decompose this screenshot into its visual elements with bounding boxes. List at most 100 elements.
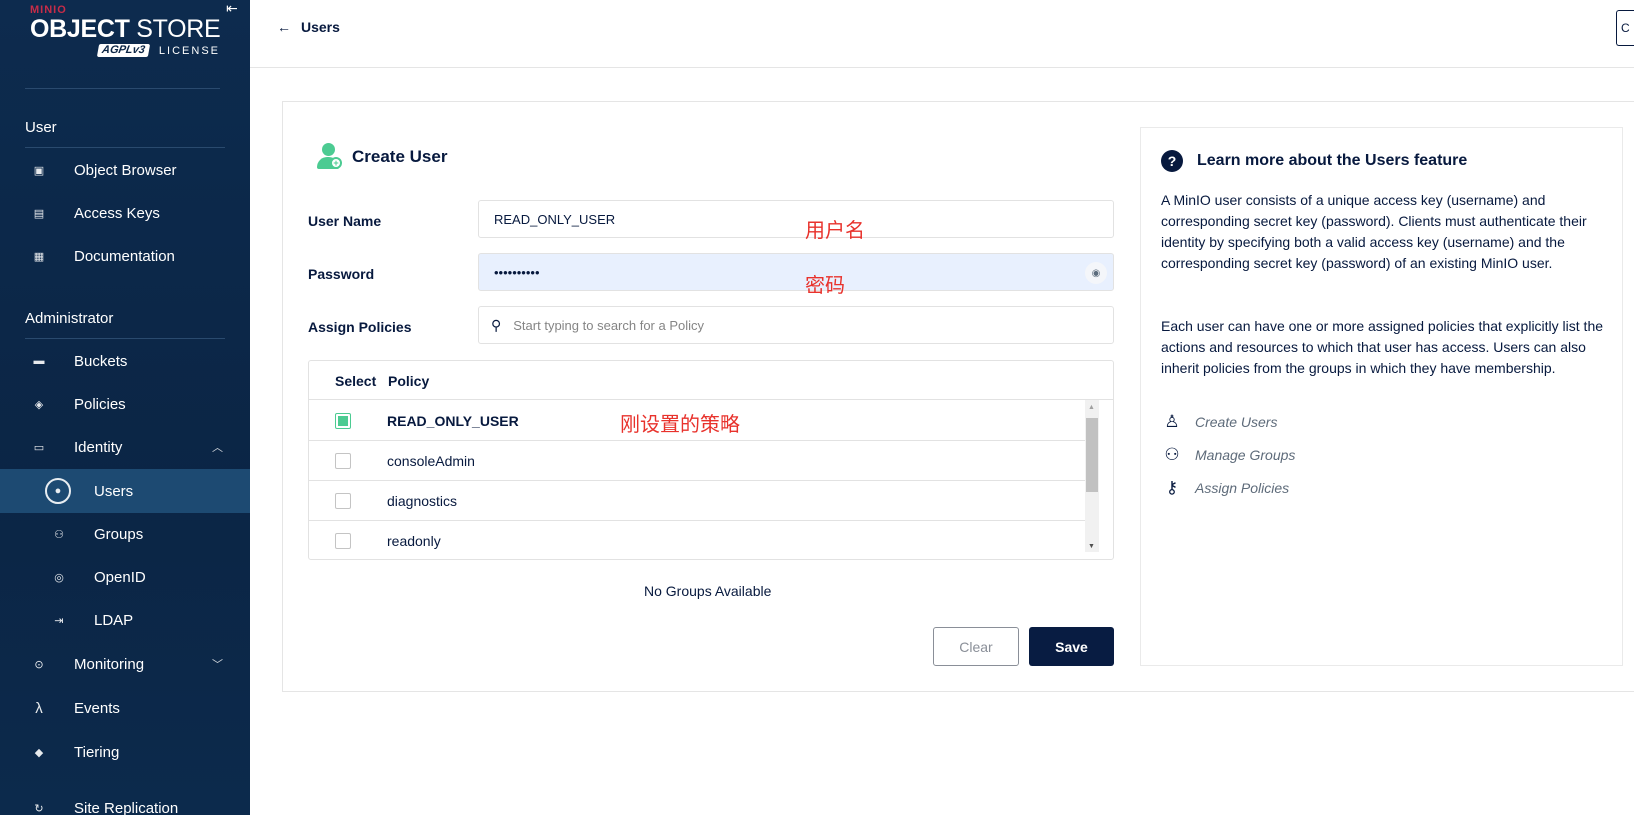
form-title: + Create User (316, 143, 447, 171)
group-icon: ⚇ (54, 528, 64, 541)
sidebar-item-policies[interactable]: ◈ Policies (0, 382, 250, 426)
help-paragraph-2: Each user can have one or more assigned … (1161, 318, 1604, 376)
clear-button[interactable]: Clear (933, 627, 1019, 666)
assign-policies-label: Assign Policies (308, 319, 412, 335)
policy-table: Select Policy READ_ONLY_USER consoleAdmi… (308, 360, 1114, 560)
help-link-label: Assign Policies (1195, 480, 1290, 496)
help-panel: ? Learn more about the Users feature A M… (1140, 127, 1623, 666)
sidebar-item-monitoring[interactable]: ⊙ Monitoring ﹀ (0, 642, 250, 686)
license-row: AGPLv3 LICENSE (30, 44, 220, 57)
sidebar-item-events[interactable]: λ Events (0, 686, 250, 730)
chevron-up-icon: ︿ (212, 442, 223, 454)
back-label: Users (301, 19, 340, 35)
bucket-icon: ▬ (33, 355, 45, 367)
docs-icon: ▦ (33, 250, 45, 263)
username-input[interactable]: READ_ONLY_USER (478, 200, 1114, 238)
policy-checkbox[interactable] (335, 533, 351, 549)
table-row[interactable]: diagnostics (309, 481, 1085, 521)
sidebar-item-site-replication[interactable]: ↻ Site Replication (0, 786, 250, 815)
sidebar-item-groups[interactable]: ⚇ Groups (0, 512, 250, 556)
layers-icon: ◆ (34, 746, 44, 759)
save-button[interactable]: Save (1029, 627, 1114, 666)
arrow-left-icon: ← (277, 19, 291, 35)
shield-icon: ◈ (34, 398, 44, 411)
sidebar-item-label: Users (94, 482, 134, 500)
sidebar-item-label: Groups (94, 525, 144, 543)
sidebar-item-label: Identity (74, 438, 123, 456)
policy-checkbox[interactable] (335, 452, 351, 469)
username-label: User Name (308, 213, 382, 229)
help-link-manage-groups[interactable]: ⚇ Manage Groups (1161, 445, 1295, 465)
help-title: ? Learn more about the Users feature (1161, 150, 1467, 172)
sidebar-item-label: OpenID (94, 568, 146, 586)
openid-icon: ◎ (54, 571, 64, 584)
license-label: LICENSE (158, 44, 220, 57)
scroll-down-arrow-icon[interactable]: ▼ (1088, 543, 1095, 550)
annotation-password: 密码 (805, 273, 845, 297)
header-select: Select (335, 373, 377, 389)
user-circle-icon: ● (45, 478, 71, 504)
search-icon: ⚲ (491, 316, 502, 333)
sidebar-item-label: Policies (74, 395, 126, 413)
section-user: User (25, 119, 57, 136)
help-title-text: Learn more about the Users feature (1197, 152, 1468, 169)
sidebar-item-documentation[interactable]: ▦ Documentation (0, 234, 250, 278)
scroll-thumb[interactable] (1086, 418, 1098, 492)
sidebar-item-label: Monitoring (74, 655, 145, 673)
sidebar-item-users[interactable]: ● Users (0, 469, 250, 513)
key-icon: ⚷ (1165, 478, 1179, 497)
annotation-username: 用户名 (805, 218, 865, 242)
password-input[interactable]: •••••••••• ◉ (478, 253, 1114, 291)
group-outline-icon: ⚇ (1164, 445, 1180, 464)
minio-logo[interactable]: MINIO OBJECT STORE AGPLv3 LICENSE (30, 4, 230, 66)
policy-checkbox[interactable] (335, 492, 351, 509)
sidebar-item-openid[interactable]: ◎ OpenID (0, 555, 250, 599)
logo-brand-big: OBJECT STORE (30, 16, 230, 42)
help-link-label: Create Users (1195, 414, 1278, 430)
policy-search-placeholder: Start typing to search for a Policy (513, 317, 705, 333)
header-policy: Policy (388, 373, 430, 389)
lambda-icon: λ (35, 699, 43, 717)
sidebar-item-buckets[interactable]: ▬ Buckets (0, 339, 250, 383)
add-user-icon: + (316, 143, 342, 171)
password-label: Password (308, 266, 375, 282)
sidebar-item-label: Buckets (74, 352, 128, 370)
top-right-button[interactable]: C (1616, 10, 1634, 46)
no-groups-message: No Groups Available (644, 583, 772, 599)
back-to-users-link[interactable]: ← Users (277, 19, 340, 35)
sidebar-item-tiering[interactable]: ◆ Tiering (0, 730, 250, 774)
folder-icon: ▣ (33, 164, 45, 177)
login-icon: ⇥ (54, 614, 64, 627)
form-title-text: Create User (352, 147, 448, 166)
policy-search-input[interactable]: ⚲ Start typing to search for a Policy (478, 306, 1114, 344)
password-value: •••••••••• (494, 264, 540, 280)
sync-icon: ↻ (34, 802, 44, 815)
policy-name: consoleAdmin (387, 452, 475, 469)
sidebar-item-ldap[interactable]: ⇥ LDAP (0, 598, 250, 642)
policy-name: READ_ONLY_USER (387, 412, 519, 429)
key-card-icon: ▤ (33, 207, 45, 220)
table-row[interactable]: consoleAdmin (309, 441, 1085, 481)
sidebar-item-object-browser[interactable]: ▣ Object Browser (0, 148, 250, 192)
policy-name: diagnostics (387, 492, 458, 509)
policy-table-scrollbar[interactable]: ▲ ▼ (1085, 400, 1099, 552)
table-row[interactable]: readonly (309, 521, 1085, 559)
logo-store: STORE (136, 15, 221, 43)
username-value: READ_ONLY_USER (494, 211, 616, 227)
help-paragraph-1: A MinIO user consists of a unique access… (1161, 192, 1587, 271)
logo-object: OBJECT (30, 15, 130, 43)
policy-table-header: Select Policy (309, 361, 1113, 400)
sidebar-item-identity[interactable]: ▭ Identity ︿ (0, 425, 250, 469)
question-icon: ? (1161, 150, 1183, 172)
help-link-create-users[interactable]: ♙ Create Users (1161, 412, 1277, 432)
sidebar-item-access-keys[interactable]: ▤ Access Keys (0, 191, 250, 235)
eye-icon[interactable]: ◉ (1085, 262, 1107, 284)
agpl-badge: AGPLv3 (96, 44, 151, 57)
collapse-left-icon[interactable]: ⇤ (226, 0, 238, 17)
scroll-up-arrow-icon[interactable]: ▲ (1088, 404, 1095, 411)
policy-checkbox-checked[interactable] (335, 412, 351, 429)
annotation-policy: 刚设置的策略 (620, 412, 740, 436)
section-administrator: Administrator (25, 310, 114, 327)
user-outline-icon: ♙ (1164, 412, 1180, 431)
help-link-assign-policies[interactable]: ⚷ Assign Policies (1161, 478, 1289, 498)
